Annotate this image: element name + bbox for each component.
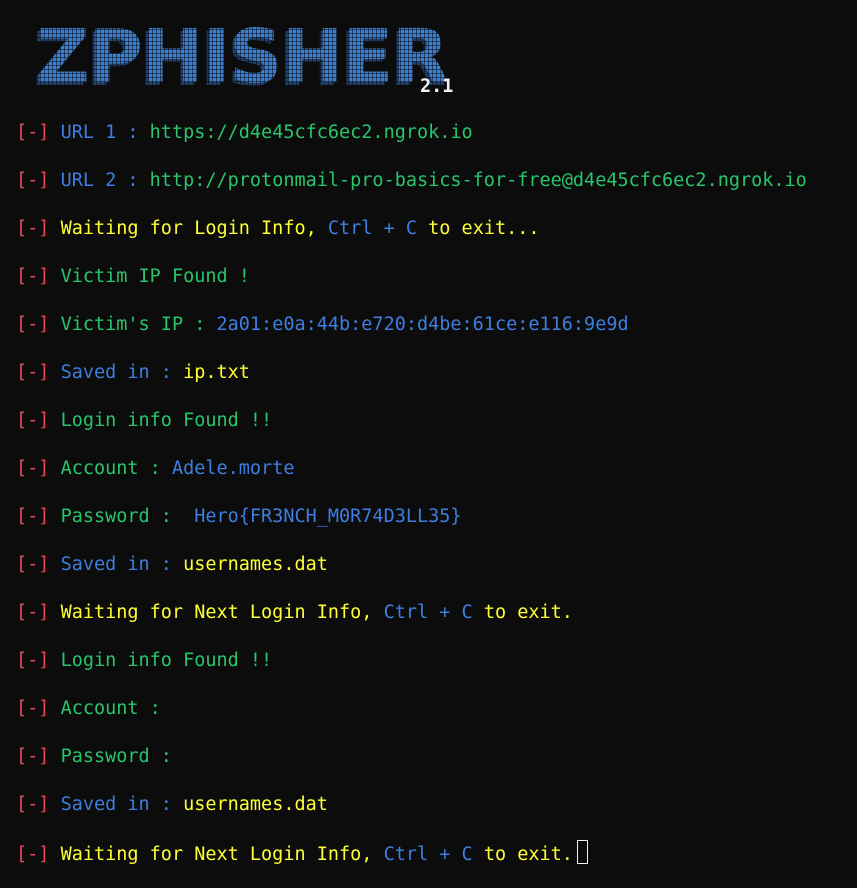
waiting-text: Waiting for Next Login Info, — [60, 602, 373, 623]
line-prefix: [-] — [16, 122, 50, 143]
line-prefix: [-] — [16, 794, 50, 815]
exit-text: to exit. — [483, 844, 573, 865]
line-prefix: [-] — [16, 314, 50, 335]
output-line: [-] Login info Found !! — [16, 648, 807, 696]
saved-in-label: Saved in : — [60, 794, 184, 815]
victim-found-text: Victim IP Found ! — [60, 266, 250, 287]
account-label: Account : — [60, 458, 172, 479]
ctrl-c-hint: Ctrl + C — [383, 844, 473, 865]
output-line: [-] Password : — [16, 744, 807, 792]
line-prefix: [-] — [16, 746, 50, 767]
output-line: [-] Saved in : usernames.dat — [16, 792, 807, 840]
saved-in-label: Saved in : — [60, 362, 184, 383]
output-line: [-] Account : — [16, 696, 807, 744]
victim-ip-label: Victim's IP : — [60, 314, 217, 335]
account-label: Account : — [60, 698, 161, 719]
version-label: 2.1 — [420, 76, 454, 97]
line-prefix: [-] — [16, 170, 50, 191]
exit-text: to exit... — [428, 218, 540, 239]
account-value: Adele.morte — [171, 458, 295, 479]
line-prefix: [-] — [16, 266, 50, 287]
ctrl-c-hint: Ctrl + C — [327, 218, 417, 239]
output-line: [-] Waiting for Next Login Info, Ctrl + … — [16, 840, 807, 888]
ctrl-c-hint: Ctrl + C — [383, 602, 473, 623]
output-line: [-] Saved in : usernames.dat — [16, 552, 807, 600]
line-prefix: [-] — [16, 218, 50, 239]
line-prefix: [-] — [16, 362, 50, 383]
output-line: [-] Account : Adele.morte — [16, 456, 807, 504]
output-line: [-] Password : Hero{FR3NCH_M0R74D3LL35} — [16, 504, 807, 552]
line-prefix: [-] — [16, 554, 50, 575]
url2-label: URL 2 : — [60, 170, 150, 191]
password-label: Password : — [60, 506, 195, 527]
output-line: [-] Victim's IP : 2a01:e0a:44b:e720:d4be… — [16, 312, 807, 360]
victim-ip-value: 2a01:e0a:44b:e720:d4be:61ce:e116:9e9d — [216, 314, 629, 335]
line-prefix: [-] — [16, 458, 50, 479]
waiting-text: Waiting for Next Login Info, — [60, 844, 373, 865]
password-label: Password : — [60, 746, 172, 767]
saved-file-name: ip.txt — [183, 362, 250, 383]
output-line: [-] Victim IP Found ! — [16, 264, 807, 312]
output-line: [-] URL 1 : https://d4e45cfc6ec2.ngrok.i… — [16, 120, 807, 168]
line-prefix: [-] — [16, 844, 50, 865]
output-line: [-] Login info Found !! — [16, 408, 807, 456]
line-prefix: [-] — [16, 410, 50, 431]
logo-text: ZPHISHER — [36, 14, 449, 100]
login-found-text: Login info Found !! — [60, 650, 273, 671]
line-prefix: [-] — [16, 506, 50, 527]
exit-text: to exit. — [483, 602, 573, 623]
login-found-text: Login info Found !! — [60, 410, 273, 431]
saved-file-name: usernames.dat — [183, 554, 328, 575]
line-prefix: [-] — [16, 602, 50, 623]
line-prefix: [-] — [16, 650, 50, 671]
output-line: [-] URL 2 : http://protonmail-pro-basics… — [16, 168, 807, 216]
zphisher-logo: ZPHISHER — [36, 14, 449, 100]
url1-label: URL 1 : — [60, 122, 150, 143]
waiting-text: Waiting for Login Info, — [60, 218, 317, 239]
url2-value[interactable]: http://protonmail-pro-basics-for-free@d4… — [150, 170, 807, 191]
output-line: [-] Saved in : ip.txt — [16, 360, 807, 408]
url1-value[interactable]: https://d4e45cfc6ec2.ngrok.io — [150, 122, 473, 143]
terminal-output: [-] URL 1 : https://d4e45cfc6ec2.ngrok.i… — [16, 120, 807, 888]
output-line: [-] Waiting for Next Login Info, Ctrl + … — [16, 600, 807, 648]
saved-in-label: Saved in : — [60, 554, 184, 575]
saved-file-name: usernames.dat — [183, 794, 328, 815]
output-line: [-] Waiting for Login Info, Ctrl + C to … — [16, 216, 807, 264]
text-cursor[interactable] — [576, 840, 588, 864]
password-value: Hero{FR3NCH_M0R74D3LL35} — [194, 506, 462, 527]
line-prefix: [-] — [16, 698, 50, 719]
